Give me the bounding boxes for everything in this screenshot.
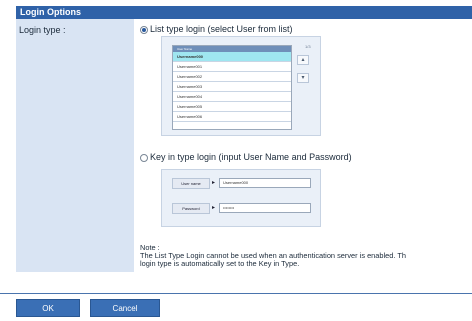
list-item[interactable]: Username005 — [173, 102, 291, 112]
section-header: Login Options — [16, 6, 472, 19]
password-input[interactable]: •••••••• — [219, 203, 311, 213]
password-field-label: Password — [172, 203, 210, 214]
list-item[interactable]: Username000 — [173, 52, 291, 62]
scroll-up-button[interactable]: ▴ — [297, 55, 309, 65]
list-item[interactable]: Username002 — [173, 72, 291, 82]
key-in-type-label[interactable]: Key in type login (input User Name and P… — [150, 152, 352, 162]
list-counter: 1/3 — [305, 44, 311, 49]
arrow-icon: ▸ — [211, 205, 215, 211]
ok-button[interactable]: OK — [16, 299, 80, 317]
user-name-field-label: User name — [172, 178, 210, 189]
arrow-icon: ▸ — [211, 180, 215, 186]
list-type-label[interactable]: List type login (select User from list) — [150, 24, 293, 34]
cancel-button[interactable]: Cancel — [90, 299, 160, 317]
user-list[interactable]: User Name Username000 Username001 Userna… — [172, 45, 292, 130]
key-in-type-radio[interactable] — [140, 154, 148, 162]
list-item[interactable]: Username004 — [173, 92, 291, 102]
note-line-2: login type is automatically set to the K… — [140, 259, 300, 268]
user-list-panel: 1/3 User Name Username000 Username001 Us… — [161, 36, 321, 136]
user-name-input[interactable]: Username000 — [219, 178, 311, 188]
key-in-panel: User name ▸ Username000 Password ▸ •••••… — [161, 169, 321, 227]
scroll-down-button[interactable]: ▾ — [297, 73, 309, 83]
footer-divider — [0, 293, 472, 294]
note-text: Note : The List Type Login cannot be use… — [140, 244, 472, 268]
list-item[interactable]: Username006 — [173, 112, 291, 122]
label-column: Login type : — [16, 19, 134, 272]
login-type-label: Login type : — [19, 25, 66, 35]
list-type-radio[interactable] — [140, 26, 148, 34]
list-item[interactable]: Username001 — [173, 62, 291, 72]
list-item[interactable]: Username003 — [173, 82, 291, 92]
